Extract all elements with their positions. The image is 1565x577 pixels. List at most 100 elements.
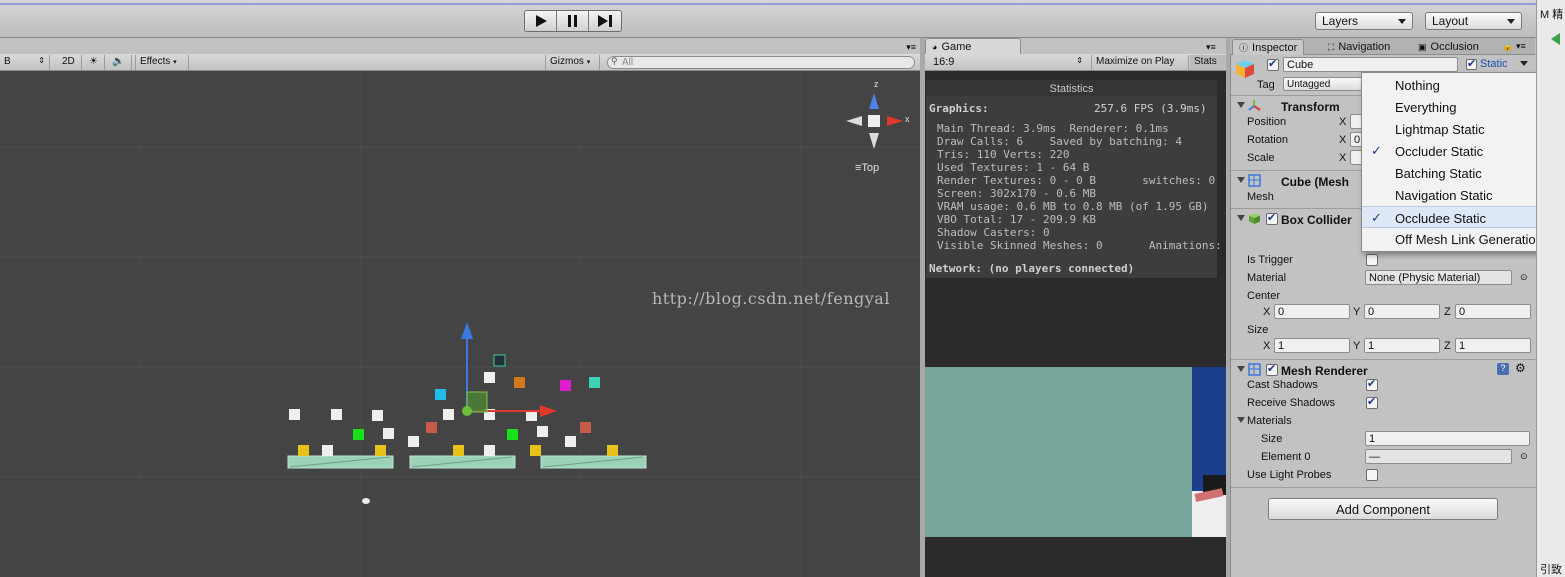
menu-item-occludee-static[interactable]: ✓ Occludee Static: [1362, 206, 1564, 228]
receive-shadows-checkbox[interactable]: [1366, 395, 1378, 409]
cube[interactable]: [435, 389, 446, 400]
menu-item-off-mesh-link-generation[interactable]: Off Mesh Link Generation: [1362, 228, 1564, 250]
block[interactable]: [453, 445, 464, 456]
back-arrow-icon[interactable]: [1551, 33, 1560, 45]
object-picker-icon[interactable]: ⊙: [1520, 272, 1528, 283]
block[interactable]: [530, 445, 541, 456]
materials-row[interactable]: Materials: [1231, 412, 1536, 430]
menu-item-nothing[interactable]: Nothing: [1362, 74, 1564, 96]
cube[interactable]: [493, 354, 506, 367]
search-input[interactable]: ⚲ All: [607, 56, 915, 69]
static-checkbox[interactable]: [1466, 57, 1477, 70]
panel-menu-icon[interactable]: ▾≡: [1206, 42, 1216, 53]
camera-icon[interactable]: [362, 498, 370, 504]
game-view[interactable]: Statistics Graphics: 257.6 FPS (3.9ms) M…: [925, 71, 1226, 577]
shading-mode-dropdown[interactable]: B ⇕: [0, 55, 50, 70]
move-tool-gizmo[interactable]: [461, 322, 557, 417]
cube[interactable]: [589, 377, 600, 388]
2d-toggle[interactable]: 2D: [58, 55, 82, 70]
object-name-field[interactable]: Cube: [1283, 57, 1458, 72]
tag-dropdown[interactable]: Untagged: [1283, 77, 1363, 91]
light-probes-checkbox[interactable]: [1366, 469, 1378, 481]
materials-size-field[interactable]: 1: [1365, 431, 1530, 446]
block[interactable]: [375, 445, 386, 456]
add-component-button[interactable]: Add Component: [1268, 498, 1498, 520]
aspect-dropdown[interactable]: 16:9 ⇕: [925, 55, 1092, 70]
block[interactable]: [484, 445, 495, 456]
menu-item-batching-static[interactable]: Batching Static: [1362, 162, 1564, 184]
menu-item-occluder-static[interactable]: ✓ Occluder Static: [1362, 140, 1564, 162]
cube[interactable]: [537, 426, 548, 437]
lock-icon[interactable]: 🔒: [1502, 41, 1513, 52]
cube[interactable]: [443, 409, 454, 420]
panel-menu-icon[interactable]: ▾≡: [1516, 41, 1526, 52]
x-label: X: [1339, 134, 1347, 146]
layers-dropdown[interactable]: Layers: [1315, 12, 1413, 30]
layout-dropdown[interactable]: Layout: [1425, 12, 1522, 30]
maximize-label: Maximize on Play: [1096, 56, 1175, 67]
play-button[interactable]: [525, 11, 557, 31]
size-y-field[interactable]: 1: [1364, 338, 1440, 353]
cube[interactable]: [353, 429, 364, 440]
menu-item-lightmap-static[interactable]: Lightmap Static: [1362, 118, 1564, 140]
gizmos-dropdown[interactable]: Gizmos ▾: [545, 55, 600, 70]
gear-icon[interactable]: ⚙: [1515, 361, 1526, 375]
cube[interactable]: [383, 428, 394, 439]
cast-shadows-checkbox[interactable]: [1366, 377, 1378, 391]
menu-item-navigation-static[interactable]: Navigation Static: [1362, 184, 1564, 206]
cube[interactable]: [331, 409, 342, 420]
cube[interactable]: [484, 372, 495, 383]
block[interactable]: [298, 445, 309, 456]
element0-field[interactable]: —: [1365, 449, 1512, 464]
size-z-field[interactable]: 1: [1455, 338, 1531, 353]
gizmo-z-arrow[interactable]: [461, 322, 473, 339]
gizmo-x-arrow[interactable]: [540, 405, 557, 417]
tab-navigation[interactable]: ⛶ Navigation: [1322, 39, 1396, 55]
gizmo-neg-x-cone[interactable]: [846, 116, 862, 126]
cube[interactable]: [580, 422, 591, 433]
gizmo-center[interactable]: [462, 406, 472, 416]
block[interactable]: [607, 445, 618, 456]
cube[interactable]: [372, 410, 383, 421]
tab-inspector[interactable]: ⓘ Inspector: [1232, 39, 1305, 55]
center-y-field[interactable]: 0: [1364, 304, 1440, 319]
box-collider-enabled-checkbox[interactable]: [1266, 211, 1278, 225]
cube[interactable]: [408, 436, 419, 447]
static-dropdown[interactable]: Static: [1480, 58, 1508, 70]
step-button[interactable]: [589, 11, 621, 31]
size-x-field[interactable]: 1: [1274, 338, 1350, 353]
center-z-field[interactable]: 0: [1455, 304, 1531, 319]
maximize-on-play-toggle[interactable]: Maximize on Play: [1093, 55, 1189, 70]
menu-item-everything[interactable]: Everything: [1362, 96, 1564, 118]
gizmo-center-cube[interactable]: [868, 115, 880, 127]
effects-dropdown[interactable]: Effects ▾: [135, 55, 189, 70]
mesh-filter-icon: [1248, 174, 1261, 187]
cube[interactable]: [507, 429, 518, 440]
gizmo-x-cone[interactable]: [887, 116, 903, 126]
chevron-down-icon[interactable]: [1520, 61, 1528, 66]
cube[interactable]: [514, 377, 525, 388]
scene-view[interactable]: ≡Top z x: [0, 71, 920, 577]
physic-material-field[interactable]: None (Physic Material): [1365, 270, 1512, 285]
is-trigger-checkbox[interactable]: [1366, 254, 1378, 266]
object-picker-icon[interactable]: ⊙: [1520, 451, 1528, 462]
gizmo-z-cone[interactable]: [869, 93, 879, 109]
mesh-renderer-enabled-checkbox[interactable]: [1266, 362, 1278, 376]
tab-game[interactable]: ◕ Game: [925, 38, 1021, 54]
center-x-field[interactable]: 0: [1274, 304, 1350, 319]
cube[interactable]: [565, 436, 576, 447]
audio-toggle[interactable]: 🔈: [108, 55, 132, 70]
pause-button[interactable]: [557, 11, 589, 31]
cube[interactable]: [289, 409, 300, 420]
block[interactable]: [322, 445, 333, 456]
tab-occlusion[interactable]: ▣ Occlusion: [1412, 39, 1485, 55]
stats-toggle[interactable]: Stats: [1190, 55, 1226, 70]
lighting-toggle[interactable]: ☀: [85, 55, 105, 70]
scene-orientation-gizmo[interactable]: [846, 93, 903, 149]
cube[interactable]: [426, 422, 437, 433]
view-label[interactable]: ≡Top: [855, 162, 879, 174]
panel-menu-icon[interactable]: ▾≡: [906, 42, 916, 53]
cube[interactable]: [560, 380, 571, 391]
help-icon[interactable]: ?: [1497, 363, 1509, 375]
active-checkbox[interactable]: [1267, 57, 1279, 71]
